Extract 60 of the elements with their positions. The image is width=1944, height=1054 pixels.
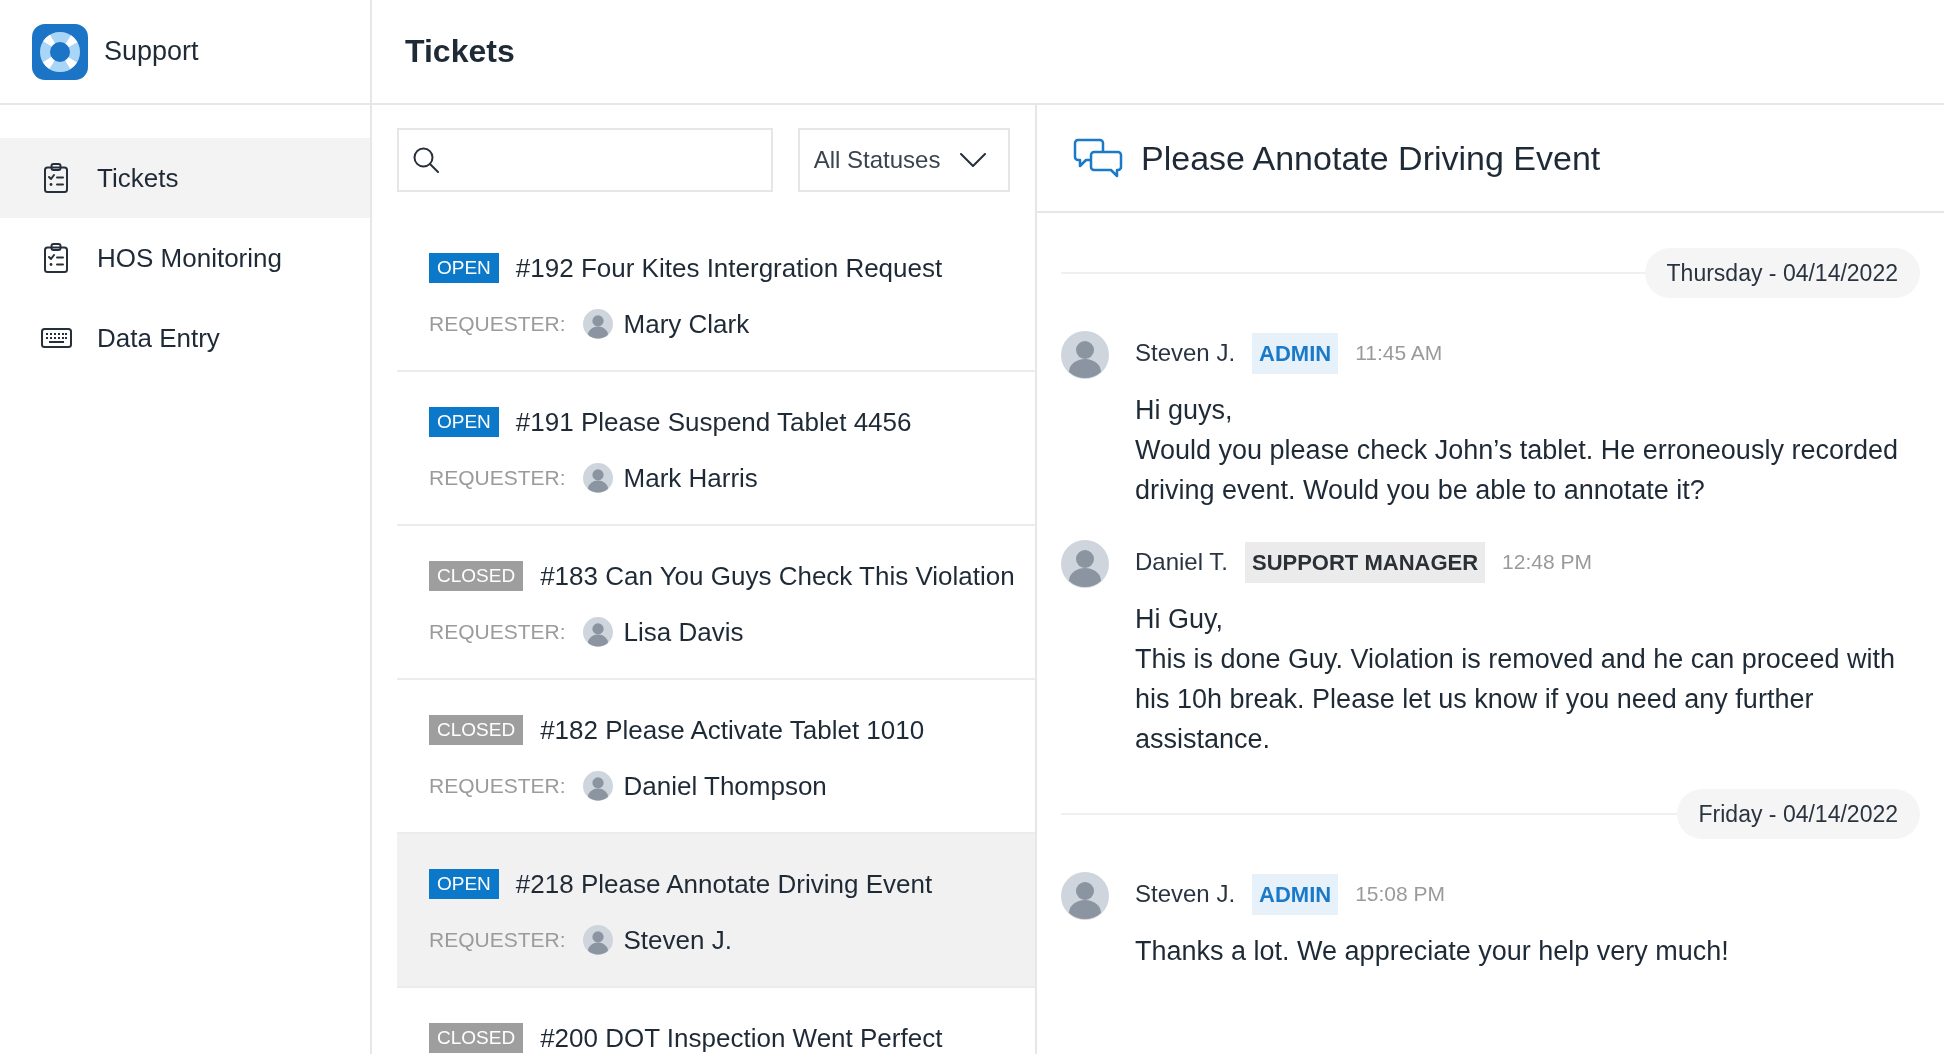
avatar-icon — [582, 617, 613, 647]
chevron-down-icon — [960, 153, 986, 167]
ticket-title: #182 Please Activate Tablet 1010 — [540, 713, 925, 747]
avatar-icon — [1061, 331, 1109, 379]
requester-label: REQUESTER: — [429, 927, 566, 954]
message-time: 15:08 PM — [1355, 881, 1446, 908]
requester-label: REQUESTER: — [429, 311, 566, 338]
status-tag: OPEN — [429, 253, 499, 283]
app-name: Support — [104, 35, 199, 69]
status-dropdown[interactable]: All Statuses — [797, 128, 1010, 192]
requester-name: Mark Harris — [623, 461, 758, 495]
author-name: Steven J. — [1135, 879, 1236, 909]
avatar-icon — [1061, 872, 1109, 920]
role-tag: ADMIN — [1252, 332, 1339, 374]
status-tag: OPEN — [429, 407, 499, 437]
ticket-title: #192 Four Kites Intergration Request — [515, 251, 943, 285]
author-name: Daniel T. — [1135, 547, 1228, 577]
date-label: Thursday - 04/14/2022 — [1644, 248, 1920, 298]
message-time: 11:45 AM — [1355, 340, 1443, 367]
requester-name: Mary Clark — [623, 307, 750, 341]
status-tag: OPEN — [429, 869, 499, 899]
status-tag: CLOSED — [429, 561, 524, 591]
ticket-title: #200 DOT Inspection Went Perfect — [540, 1021, 943, 1054]
lifebuoy-logo-icon — [32, 23, 88, 80]
ticket-title: #183 Can You Guys Check This Violation — [540, 559, 1015, 593]
message-text: Hi Guy, This is done Guy. Violation is removed and he can proceed with his 10h break. Please let us know if you need any further assistance. — [1135, 603, 1896, 756]
role-tag: ADMIN — [1252, 873, 1339, 915]
requester-label: REQUESTER: — [429, 773, 566, 800]
author-name: Steven J. — [1135, 338, 1236, 368]
requester-name: Lisa Davis — [623, 615, 744, 649]
page-title: Tickets — [405, 32, 515, 71]
date-label: Friday - 04/14/2022 — [1676, 789, 1920, 839]
message-time: 12:48 PM — [1502, 549, 1592, 576]
ticket-item[interactable]: OPEN #218 Please Annotate Driving Event REQUESTER: Steven J. — [397, 834, 1035, 988]
requester-label: REQUESTER: — [429, 619, 566, 646]
message-text: Thanks a lot. We appreciate your help very much! — [1135, 935, 1730, 968]
requester-label: REQUESTER: — [429, 465, 566, 492]
search-icon — [413, 147, 439, 173]
requester-name: Daniel Thompson — [623, 769, 827, 803]
clipboard-checklist-icon — [44, 163, 68, 193]
status-tag: CLOSED — [429, 1023, 524, 1053]
keyboard-icon — [40, 328, 72, 348]
role-tag: SUPPORT MANAGER — [1244, 541, 1486, 583]
message-text: Hi guys, Would you please check John’s tablet. He erroneously recorded driving event. Would you be able to annotate it? — [1135, 394, 1899, 507]
avatar-icon — [582, 925, 613, 955]
ticket-heading: Please Annotate Driving Event — [1141, 137, 1601, 179]
ticket-title: #218 Please Annotate Driving Event — [515, 867, 933, 901]
sidebar-item[interactable]: HOS Monitoring — [0, 218, 370, 298]
search-field[interactable] — [397, 128, 773, 192]
avatar-icon — [582, 309, 613, 339]
clipboard-checklist-icon — [44, 243, 68, 273]
avatar-icon — [1061, 540, 1109, 588]
avatar-icon — [582, 463, 613, 493]
sidebar-item[interactable]: Tickets — [0, 138, 370, 218]
requester-name: Steven J. — [623, 923, 732, 957]
avatar-icon — [582, 771, 613, 801]
status-tag: CLOSED — [429, 715, 524, 745]
sidebar-item[interactable]: Data Entry — [0, 298, 370, 378]
speech-bubbles-icon — [1073, 138, 1123, 178]
ticket-title: #191 Please Suspend Tablet 4456 — [515, 405, 912, 439]
